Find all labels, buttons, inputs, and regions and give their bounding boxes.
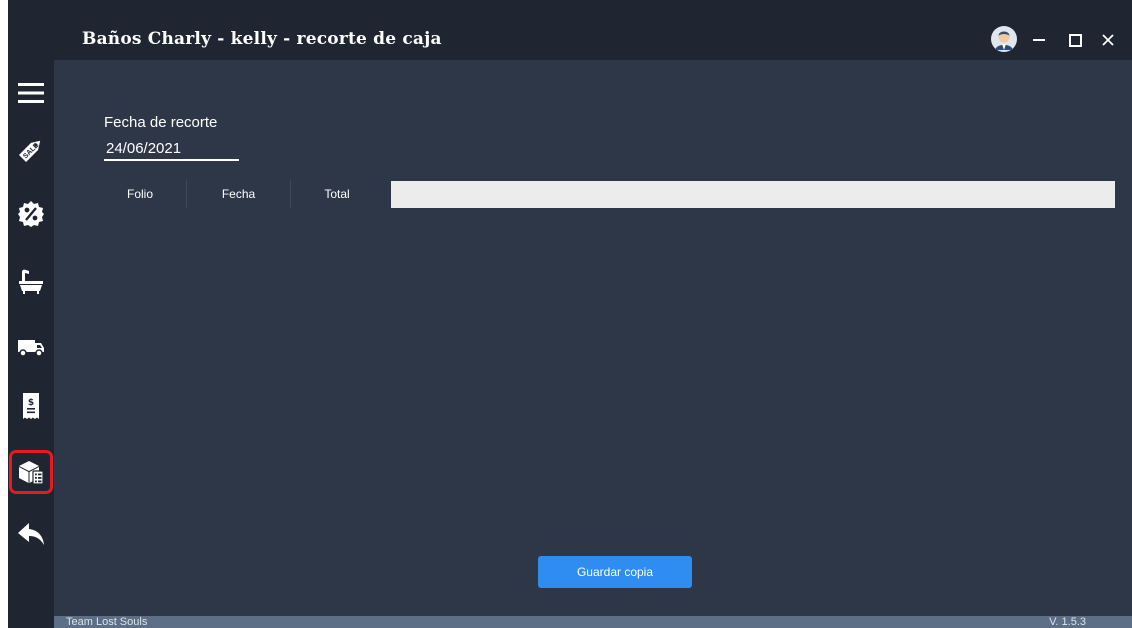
version-label: V. 1.5.3 (1049, 616, 1086, 628)
hamburger-menu-icon (18, 83, 44, 103)
back-arrow-icon (18, 523, 44, 545)
sale-tag-icon: SALE (18, 140, 41, 163)
bathtub-icon (19, 269, 43, 294)
sidebar-item-bathtub[interactable] (13, 263, 49, 299)
sidebar-item-inventory[interactable] (9, 450, 53, 494)
sidebar-item-sale[interactable]: SALE (13, 132, 49, 168)
sidebar-item-back[interactable] (13, 516, 49, 552)
column-header-folio[interactable]: Folio (94, 180, 187, 208)
main-content: Fecha de recorte Folio Fecha Total Guard… (54, 60, 1132, 616)
save-copy-button[interactable]: Guardar copia (538, 556, 692, 588)
maximize-button[interactable] (1061, 26, 1089, 54)
team-label: Team Lost Souls (66, 616, 148, 628)
sidebar-item-receipt[interactable]: $ (13, 388, 49, 424)
delivery-truck-icon (18, 340, 44, 357)
user-avatar-icon[interactable] (991, 26, 1017, 52)
date-label: Fecha de recorte (104, 114, 218, 131)
sidebar-item-delivery[interactable] (13, 329, 49, 365)
receipt-dollar-icon: $ (23, 393, 39, 419)
inventory-boxes-icon (19, 461, 44, 485)
date-field[interactable] (104, 137, 239, 161)
maximize-icon (1068, 33, 1082, 47)
table-header-filler (391, 181, 1115, 208)
minimize-button[interactable] (1025, 26, 1053, 54)
column-header-fecha[interactable]: Fecha (187, 180, 291, 208)
app-window: Baños Charly - kelly - recorte de caja S… (8, 0, 1132, 628)
title-bar: Baños Charly - kelly - recorte de caja (8, 18, 1132, 60)
close-icon (1102, 34, 1114, 46)
sidebar-item-menu[interactable] (13, 75, 49, 111)
minimize-icon (1033, 39, 1045, 41)
percent-badge-icon (18, 201, 44, 227)
window-title: Baños Charly - kelly - recorte de caja (82, 29, 442, 49)
sidebar-item-discounts[interactable] (13, 196, 49, 232)
sidebar: SALE $ (8, 60, 54, 628)
close-button[interactable] (1094, 26, 1122, 54)
table-header: Folio Fecha Total (94, 180, 383, 208)
column-header-total[interactable]: Total (291, 180, 383, 208)
svg-text:$: $ (28, 398, 34, 408)
status-bar: Team Lost Souls V. 1.5.3 (54, 616, 1132, 628)
